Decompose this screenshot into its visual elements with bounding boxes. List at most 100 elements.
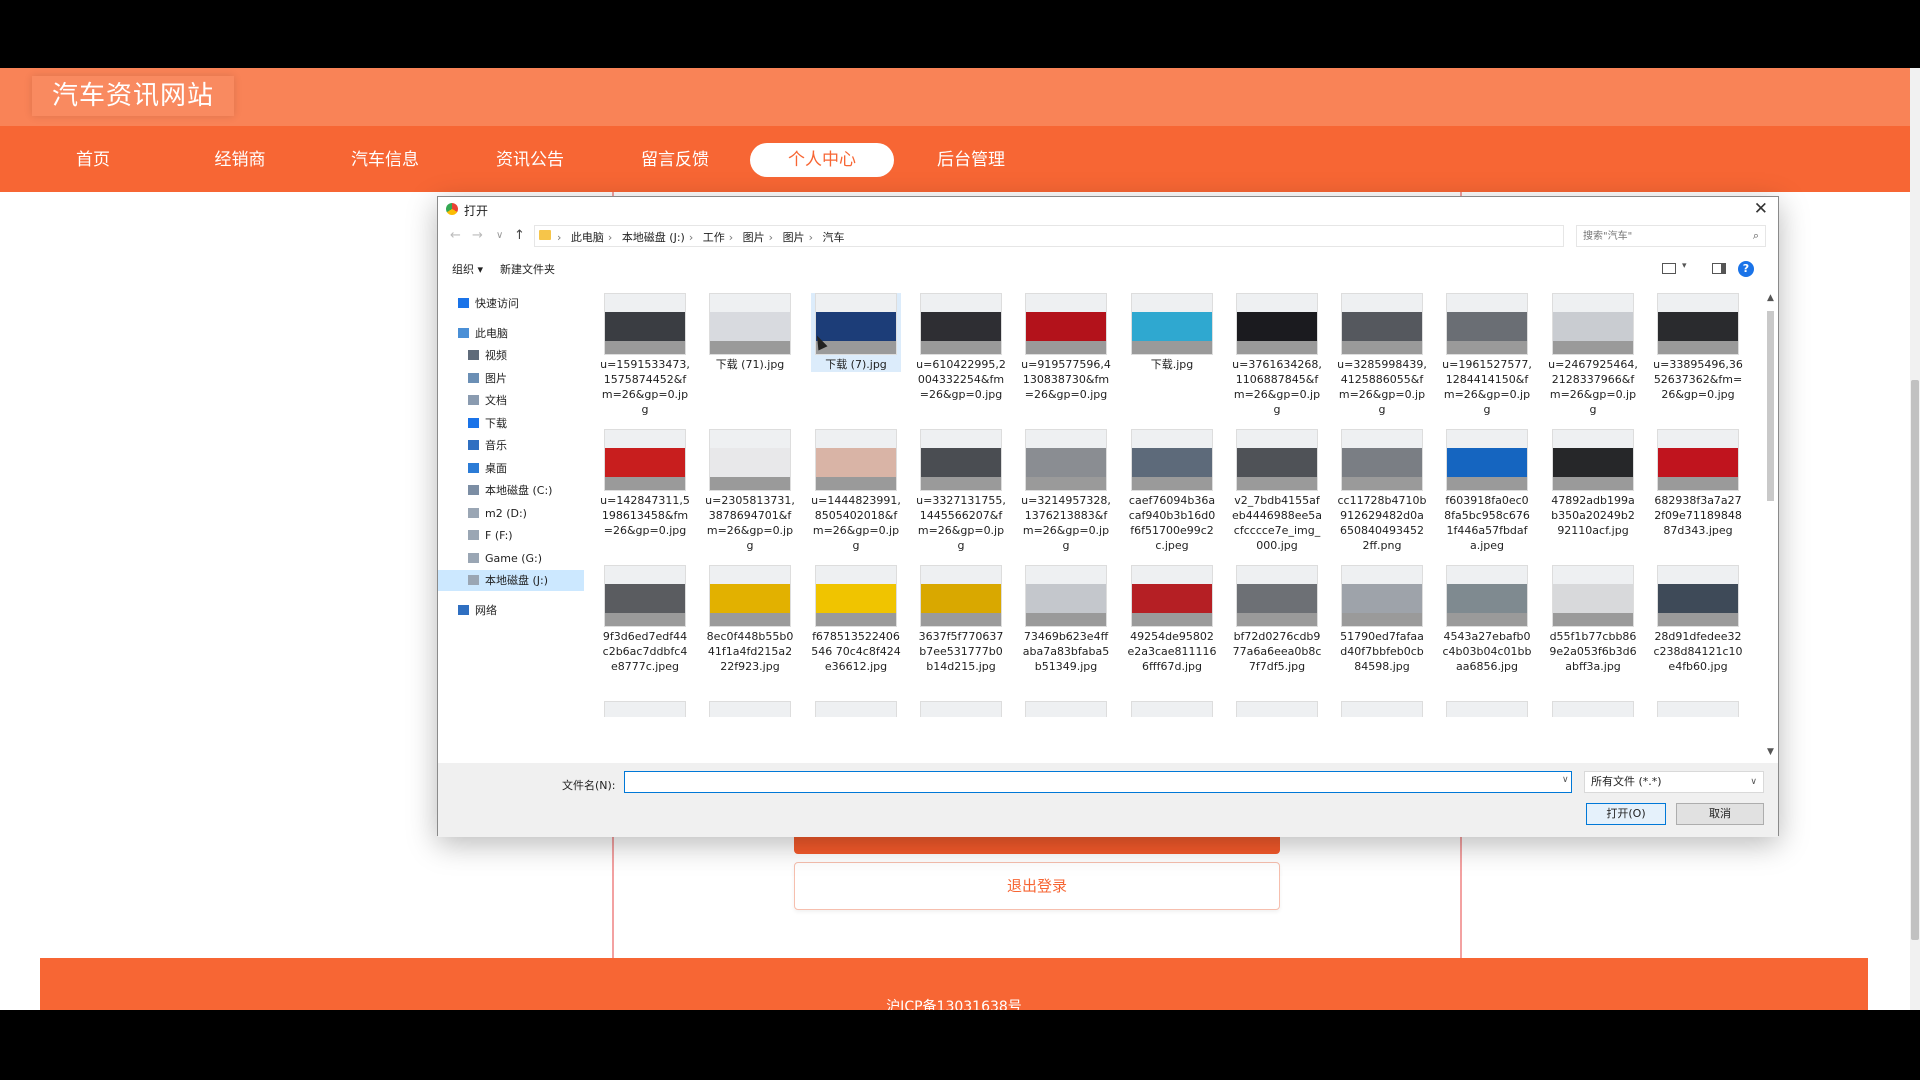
crumb-pictures-1[interactable]: 图片 [743,231,765,244]
new-folder-button[interactable]: 新建文件夹 [500,261,555,277]
file-item[interactable]: u=3285998439,4125886055&fm=26&gp=0.jpg [1337,293,1427,417]
crumb-drive-j[interactable]: 本地磁盘 (J:) [622,231,685,244]
file-item[interactable] [1127,701,1217,717]
file-item[interactable]: 47892adb199ab350a20249b292110acf.jpg [1548,429,1638,538]
sidebar-item-5[interactable]: 下载 [468,413,598,434]
file-item[interactable]: 下载 (7).jpg [811,293,901,372]
file-item[interactable]: 49254de95802e2a3cae8111166fff67d.jpg [1127,565,1217,674]
sidebar-item-11[interactable]: Game (G:) [468,548,598,569]
file-item[interactable]: 下载.jpg [1127,293,1217,372]
crumb-pictures-2[interactable]: 图片 [783,231,805,244]
close-icon[interactable]: ✕ [1754,199,1768,219]
file-item[interactable]: u=1591533473,1575874452&fm=26&gp=0.jpg [600,293,690,417]
sidebar-item-9[interactable]: m2 (D:) [468,503,598,524]
file-item[interactable] [811,701,901,717]
sidebar-item-10[interactable]: F (F:) [468,525,598,546]
file-item[interactable]: 51790ed7fafaad40f7bbfeb0cb84598.jpg [1337,565,1427,674]
scroll-down-icon[interactable]: ▼ [1767,747,1774,757]
filename-input[interactable] [624,771,1572,793]
site-title[interactable]: 汽车资讯网站 [32,76,235,116]
file-item[interactable]: bf72d0276cdb977a6a6eea0b8c7f7df5.jpg [1232,565,1322,674]
file-item[interactable]: u=142847311,5198613458&fm=26&gp=0.jpg [600,429,690,538]
nav-personal-center[interactable]: 个人中心 [750,143,894,177]
file-item[interactable] [1653,701,1743,717]
file-grid-scrollbar[interactable]: ▲ ▼ [1764,293,1778,761]
file-item[interactable]: 下载 (71).jpg [705,293,795,372]
file-item[interactable]: cc11728b4710b912629482d0a6508404934522ff… [1337,429,1427,553]
crumb-work[interactable]: 工作 [703,231,725,244]
file-item[interactable]: caef76094b36acaf940b3b16d0f6f51700e99c2c… [1127,429,1217,553]
file-item[interactable]: u=3214957328,1376213883&fm=26&gp=0.jpg [1021,429,1111,553]
file-item[interactable] [1232,701,1322,717]
file-item[interactable]: 28d91dfedee32c238d84121c10e4fb60.jpg [1653,565,1743,674]
file-item[interactable]: u=610422995,2004332254&fm=26&gp=0.jpg [916,293,1006,402]
file-item[interactable] [1442,701,1532,717]
sidebar-item-13[interactable]: 网络 [458,600,588,621]
file-item[interactable]: f678513522406546 70c4c8f424e36612.jpg [811,565,901,674]
file-item[interactable] [600,701,690,717]
forward-icon[interactable]: → [472,228,483,243]
organize-button[interactable]: 组织 ▾ [452,261,483,277]
sidebar-item-1[interactable]: 此电脑 [458,323,588,344]
help-icon[interactable]: ? [1738,261,1754,277]
file-item[interactable]: 9f3d6ed7edf44c2b6ac7ddbfc4e8777c.jpeg [600,565,690,674]
file-item[interactable]: u=919577596,4130838730&fm=26&gp=0.jpg [1021,293,1111,402]
search-input[interactable] [1583,227,1743,245]
up-icon[interactable]: ↑ [514,228,525,243]
file-item[interactable]: 3637f5f770637b7ee531777b0b14d215.jpg [916,565,1006,674]
file-item[interactable]: 8ec0f448b55b041f1a4fd215a222f923.jpg [705,565,795,674]
nav-feedback[interactable]: 留言反馈 [603,143,747,177]
file-item[interactable] [705,701,795,717]
sidebar-item-7[interactable]: 桌面 [468,458,598,479]
file-name: cc11728b4710b912629482d0a6508404934522ff… [1337,494,1427,552]
file-item[interactable]: u=2305813731,3878694701&fm=26&gp=0.jpg [705,429,795,553]
sidebar-item-4[interactable]: 文档 [468,390,598,411]
file-item[interactable]: u=2467925464,2128337966&fm=26&gp=0.jpg [1548,293,1638,417]
open-button[interactable]: 打开(O) [1586,803,1666,825]
crumb-cars[interactable]: 汽车 [822,231,844,244]
file-item[interactable]: u=3327131755,1445566207&fm=26&gp=0.jpg [916,429,1006,553]
view-mode-icon[interactable] [1662,263,1676,274]
file-item[interactable]: u=1444823991,8505402018&fm=26&gp=0.jpg [811,429,901,553]
cancel-button[interactable]: 取消 [1676,803,1764,825]
sidebar-item-2[interactable]: 视频 [468,345,598,366]
chevron-down-icon[interactable]: ∨ [1562,775,1569,785]
file-item[interactable]: u=1961527577,1284414150&fm=26&gp=0.jpg [1442,293,1532,417]
scroll-up-icon[interactable]: ▲ [1767,293,1774,303]
nav-admin[interactable]: 后台管理 [899,143,1043,177]
back-icon[interactable]: ← [450,228,461,243]
filetype-select[interactable]: 所有文件 (*.*) ∨ [1584,771,1764,793]
sidebar-item-8[interactable]: 本地磁盘 (C:) [468,480,598,501]
chevron-down-icon[interactable]: ▾ [1682,261,1687,271]
nav-dealers[interactable]: 经销商 [168,143,312,177]
chevron-down-icon[interactable]: ∨ [496,230,503,241]
page-scrollbar-thumb[interactable] [1911,380,1919,940]
search-box[interactable]: ⌕ [1576,225,1766,247]
nav-home[interactable]: 首页 [21,143,165,177]
file-item[interactable] [1337,701,1427,717]
logout-button[interactable]: 退出登录 [794,862,1280,910]
scroll-thumb[interactable] [1767,311,1774,501]
address-bar[interactable]: › 此电脑› 本地磁盘 (J:)› 工作› 图片› 图片› 汽车 ∨ ↻ [534,225,1662,247]
sidebar-item-12[interactable]: 本地磁盘 (J:) [438,570,584,591]
sidebar-item-0[interactable]: 快速访问 [458,293,588,314]
nav-car-info[interactable]: 汽车信息 [313,143,457,177]
search-icon[interactable]: ⌕ [1753,229,1759,243]
file-item[interactable]: u=3761634268,1106887845&fm=26&gp=0.jpg [1232,293,1322,417]
file-item[interactable]: v2_7bdb4155afeb4446988ee5acfcccce7e_img_… [1232,429,1322,553]
chevron-down-icon[interactable]: ∨ [1750,772,1757,792]
file-item[interactable] [1548,701,1638,717]
file-item[interactable]: 682938f3a7a272f09e7118984887d343.jpeg [1653,429,1743,538]
file-item[interactable] [1021,701,1111,717]
sidebar-item-3[interactable]: 图片 [468,368,598,389]
file-item[interactable] [916,701,1006,717]
crumb-this-pc[interactable]: 此电脑 [571,231,604,244]
file-item[interactable]: f603918fa0ec08fa5bc958c6761f446a57fbdafa… [1442,429,1532,553]
file-item[interactable]: u=33895496,3652637362&fm=26&gp=0.jpg [1653,293,1743,402]
file-item[interactable]: d55f1b77cbb869e2a053f6b3d6abff3a.jpg [1548,565,1638,674]
file-item[interactable]: 73469b623e4ffaba7a83bfaba5b51349.jpg [1021,565,1111,674]
file-item[interactable]: 4543a27ebafb0c4b03b04c01bbaa6856.jpg [1442,565,1532,674]
nav-news[interactable]: 资讯公告 [458,143,602,177]
preview-pane-icon[interactable] [1712,263,1726,274]
sidebar-item-6[interactable]: 音乐 [468,435,598,456]
